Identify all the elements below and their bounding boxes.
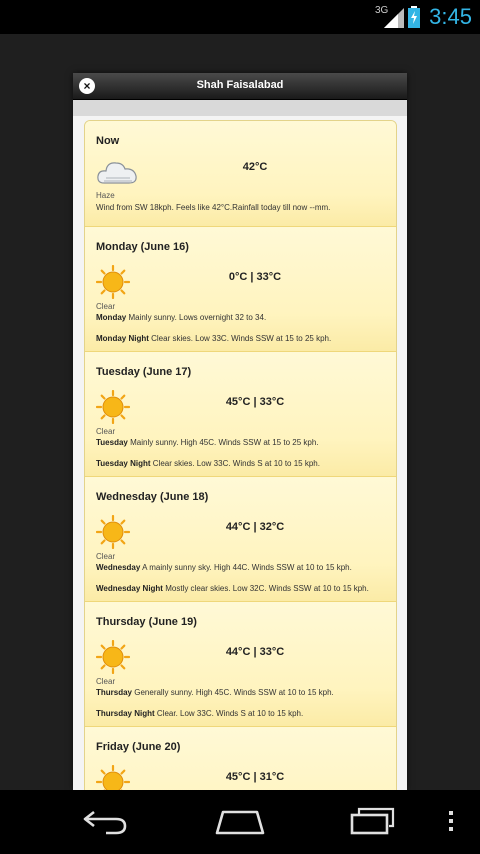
temperature: 45°C | 33°C [225,396,285,408]
sun-icon [96,515,130,549]
temperature: 44°C | 33°C [225,646,285,658]
condition-label: Haze [96,191,115,200]
card-title: Thursday (June 19) [96,616,197,628]
temperature: 45°C | 31°C [225,771,285,783]
day-forecast: Thursday Generally sunny. High 45C. Wind… [96,688,334,697]
night-forecast: Tuesday Night Clear skies. Low 33C. Wind… [96,459,320,468]
night-text: Mostly clear skies. Low 32C. Winds SSW a… [165,584,369,593]
night-forecast: Wednesday Night Mostly clear skies. Low … [96,584,369,593]
day-text: Mainly sunny. High 45C. Winds SSW at 15 … [130,438,319,447]
recent-apps-icon[interactable] [349,806,397,836]
card-title: Now [96,135,120,147]
condition-label: Clear [96,552,116,561]
night-text: Clear skies. Low 33C. Winds S at 10 to 1… [152,459,320,468]
weather-dialog: × Shah Faisalabad Now 42°C Haze Wind fro… [73,73,407,790]
forecast-card[interactable]: Thursday (June 19) 44°C | 33°C Clear Thu… [85,602,396,727]
forecast-card-now[interactable]: Now 42°C Haze Wind from SW 18kph. Feels … [85,121,396,227]
night-label: Wednesday Night [96,584,163,593]
navigation-bar [0,790,480,854]
day-forecast: Wednesday A mainly sunny sky. High 44C. … [96,563,352,572]
forecast-card[interactable]: Tuesday (June 17) 45°C | 33°C Clear Tues… [85,352,396,477]
day-text: Generally sunny. High 45C. Winds SSW at … [134,688,334,697]
condition-label: Clear [96,427,116,436]
sun-icon [96,640,130,674]
day-forecast: Monday Mainly sunny. Lows overnight 32 t… [96,313,266,322]
menu-icon[interactable] [447,810,455,832]
day-forecast: Tuesday Mainly sunny. High 45C. Winds SS… [96,438,319,447]
forecast-list[interactable]: Now 42°C Haze Wind from SW 18kph. Feels … [84,120,397,790]
current-detail: Wind from SW 18kph. Feels like 42°C.Rain… [96,203,331,212]
condition-label: Clear [96,302,116,311]
day-text: Mainly sunny. Lows overnight 32 to 34. [128,313,267,322]
temperature: 0°C | 33°C [228,271,282,283]
header-divider [73,100,407,116]
day-label: Monday [96,313,127,322]
clock: 3:45 [429,4,472,29]
temperature: 44°C | 32°C [225,521,285,533]
cloud-icon [97,162,137,184]
night-label: Monday Night [96,334,149,343]
home-icon[interactable] [213,808,267,836]
night-text: Clear. Low 33C. Winds S at 10 to 15 kph. [156,709,304,718]
day-label: Tuesday [96,438,128,447]
sun-icon [96,390,130,424]
forecast-card[interactable]: Monday (June 16) 0°C | 33°C Clear Monday… [85,227,396,352]
card-title: Friday (June 20) [96,741,181,753]
dialog-header: × Shah Faisalabad [73,73,407,100]
status-bar: 3G 3:45 [0,0,480,34]
card-title: Monday (June 16) [96,241,189,253]
night-label: Tuesday Night [96,459,151,468]
temperature: 42°C [242,161,268,173]
night-forecast: Monday Night Clear skies. Low 33C. Winds… [96,334,331,343]
dialog-title: Shah Faisalabad [196,79,284,91]
night-forecast: Thursday Night Clear. Low 33C. Winds S a… [96,709,303,718]
sun-icon [96,265,130,299]
card-title: Tuesday (June 17) [96,366,192,378]
night-text: Clear skies. Low 33C. Winds SSW at 15 to… [151,334,332,343]
card-title: Wednesday (June 18) [96,491,209,503]
back-icon[interactable] [80,806,130,836]
day-text: A mainly sunny sky. High 44C. Winds SSW … [142,563,352,572]
day-label: Wednesday [96,563,141,572]
condition-label: Clear [96,677,116,686]
night-label: Thursday Night [96,709,155,718]
sun-icon [96,765,130,790]
day-label: Thursday [96,688,133,697]
forecast-card[interactable]: Wednesday (June 18) 44°C | 32°C Clear We… [85,477,396,602]
battery-charging-icon [408,6,420,28]
forecast-card[interactable]: Friday (June 20) 45°C | 31°C [85,727,396,790]
signal-icon [384,8,404,28]
